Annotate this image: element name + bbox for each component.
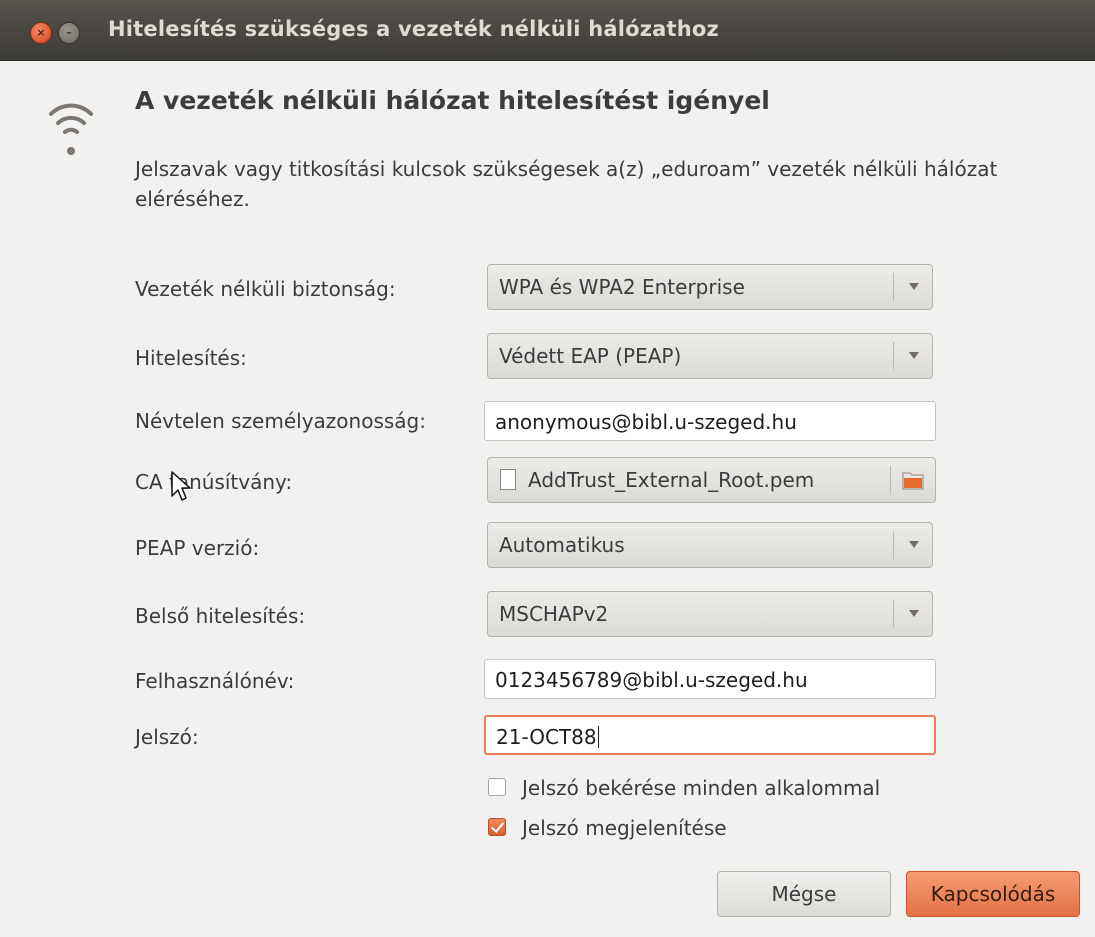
combo-separator [893, 273, 894, 301]
minimize-icon: – [66, 26, 72, 39]
ca-certificate-value: AddTrust_External_Root.pem [528, 468, 815, 492]
peap-version-combo[interactable]: Automatikus [487, 522, 933, 568]
password-value: 21-OCT88 [496, 725, 597, 749]
authentication-value: Védett EAP (PEAP) [499, 344, 682, 368]
security-label: Vezeték nélküli biztonság: [135, 277, 396, 301]
username-value: 0123456789@bibl.u-szeged.hu [495, 668, 808, 692]
minimize-button[interactable]: – [58, 22, 80, 44]
combo-separator [893, 600, 894, 628]
anonymous-identity-label: Névtelen személyazonosság: [135, 409, 426, 433]
chevron-down-icon [909, 352, 919, 359]
wifi-icon [49, 103, 93, 155]
title-bar: × – Hitelesítés szükséges a vezeték nélk… [0, 0, 1095, 61]
ask-password-checkbox[interactable] [488, 778, 506, 796]
show-password-label: Jelszó megjelenítése [522, 816, 727, 840]
ca-certificate-chooser[interactable]: AddTrust_External_Root.pem [487, 457, 936, 503]
chevron-down-icon [909, 283, 919, 290]
ask-password-label: Jelszó bekérése minden alkalommal [522, 776, 881, 800]
security-value: WPA és WPA2 Enterprise [499, 275, 745, 299]
anonymous-identity-value: anonymous@bibl.u-szeged.hu [495, 410, 797, 434]
security-combo[interactable]: WPA és WPA2 Enterprise [487, 264, 933, 310]
inner-auth-label: Belső hitelesítés: [135, 604, 306, 628]
username-field[interactable]: 0123456789@bibl.u-szeged.hu [484, 659, 936, 699]
username-label: Felhasználónév: [135, 669, 295, 693]
dialog-description: Jelszavak vagy titkosítási kulcsok szüks… [135, 157, 998, 211]
dialog-heading: A vezeték nélküli hálózat hitelesítést i… [135, 86, 770, 115]
combo-separator [893, 531, 894, 559]
authentication-combo[interactable]: Védett EAP (PEAP) [487, 333, 933, 379]
inner-auth-value: MSCHAPv2 [499, 602, 609, 626]
password-field[interactable]: 21-OCT88 [484, 715, 936, 755]
password-label: Jelszó: [135, 725, 199, 749]
show-password-checkbox[interactable] [488, 818, 506, 836]
file-icon [500, 469, 516, 490]
anonymous-identity-field[interactable]: anonymous@bibl.u-szeged.hu [484, 401, 936, 441]
window-title: Hitelesítés szükséges a vezeték nélküli … [108, 17, 719, 41]
inner-auth-combo[interactable]: MSCHAPv2 [487, 591, 933, 637]
chevron-down-icon [909, 541, 919, 548]
ca-certificate-label: CA tanúsítvány: [135, 470, 293, 494]
authentication-label: Hitelesítés: [135, 346, 247, 370]
peap-version-value: Automatikus [499, 533, 625, 557]
chevron-down-icon [909, 610, 919, 617]
chooser-separator [890, 466, 891, 494]
close-button[interactable]: × [30, 22, 52, 44]
mouse-pointer-icon [171, 471, 191, 501]
cancel-button[interactable]: Mégse [717, 871, 891, 917]
combo-separator [893, 342, 894, 370]
peap-version-label: PEAP verzió: [135, 536, 260, 560]
close-icon: × [36, 26, 46, 39]
folder-icon[interactable] [902, 470, 924, 490]
connect-button[interactable]: Kapcsolódás [906, 871, 1080, 917]
text-caret [597, 726, 599, 748]
